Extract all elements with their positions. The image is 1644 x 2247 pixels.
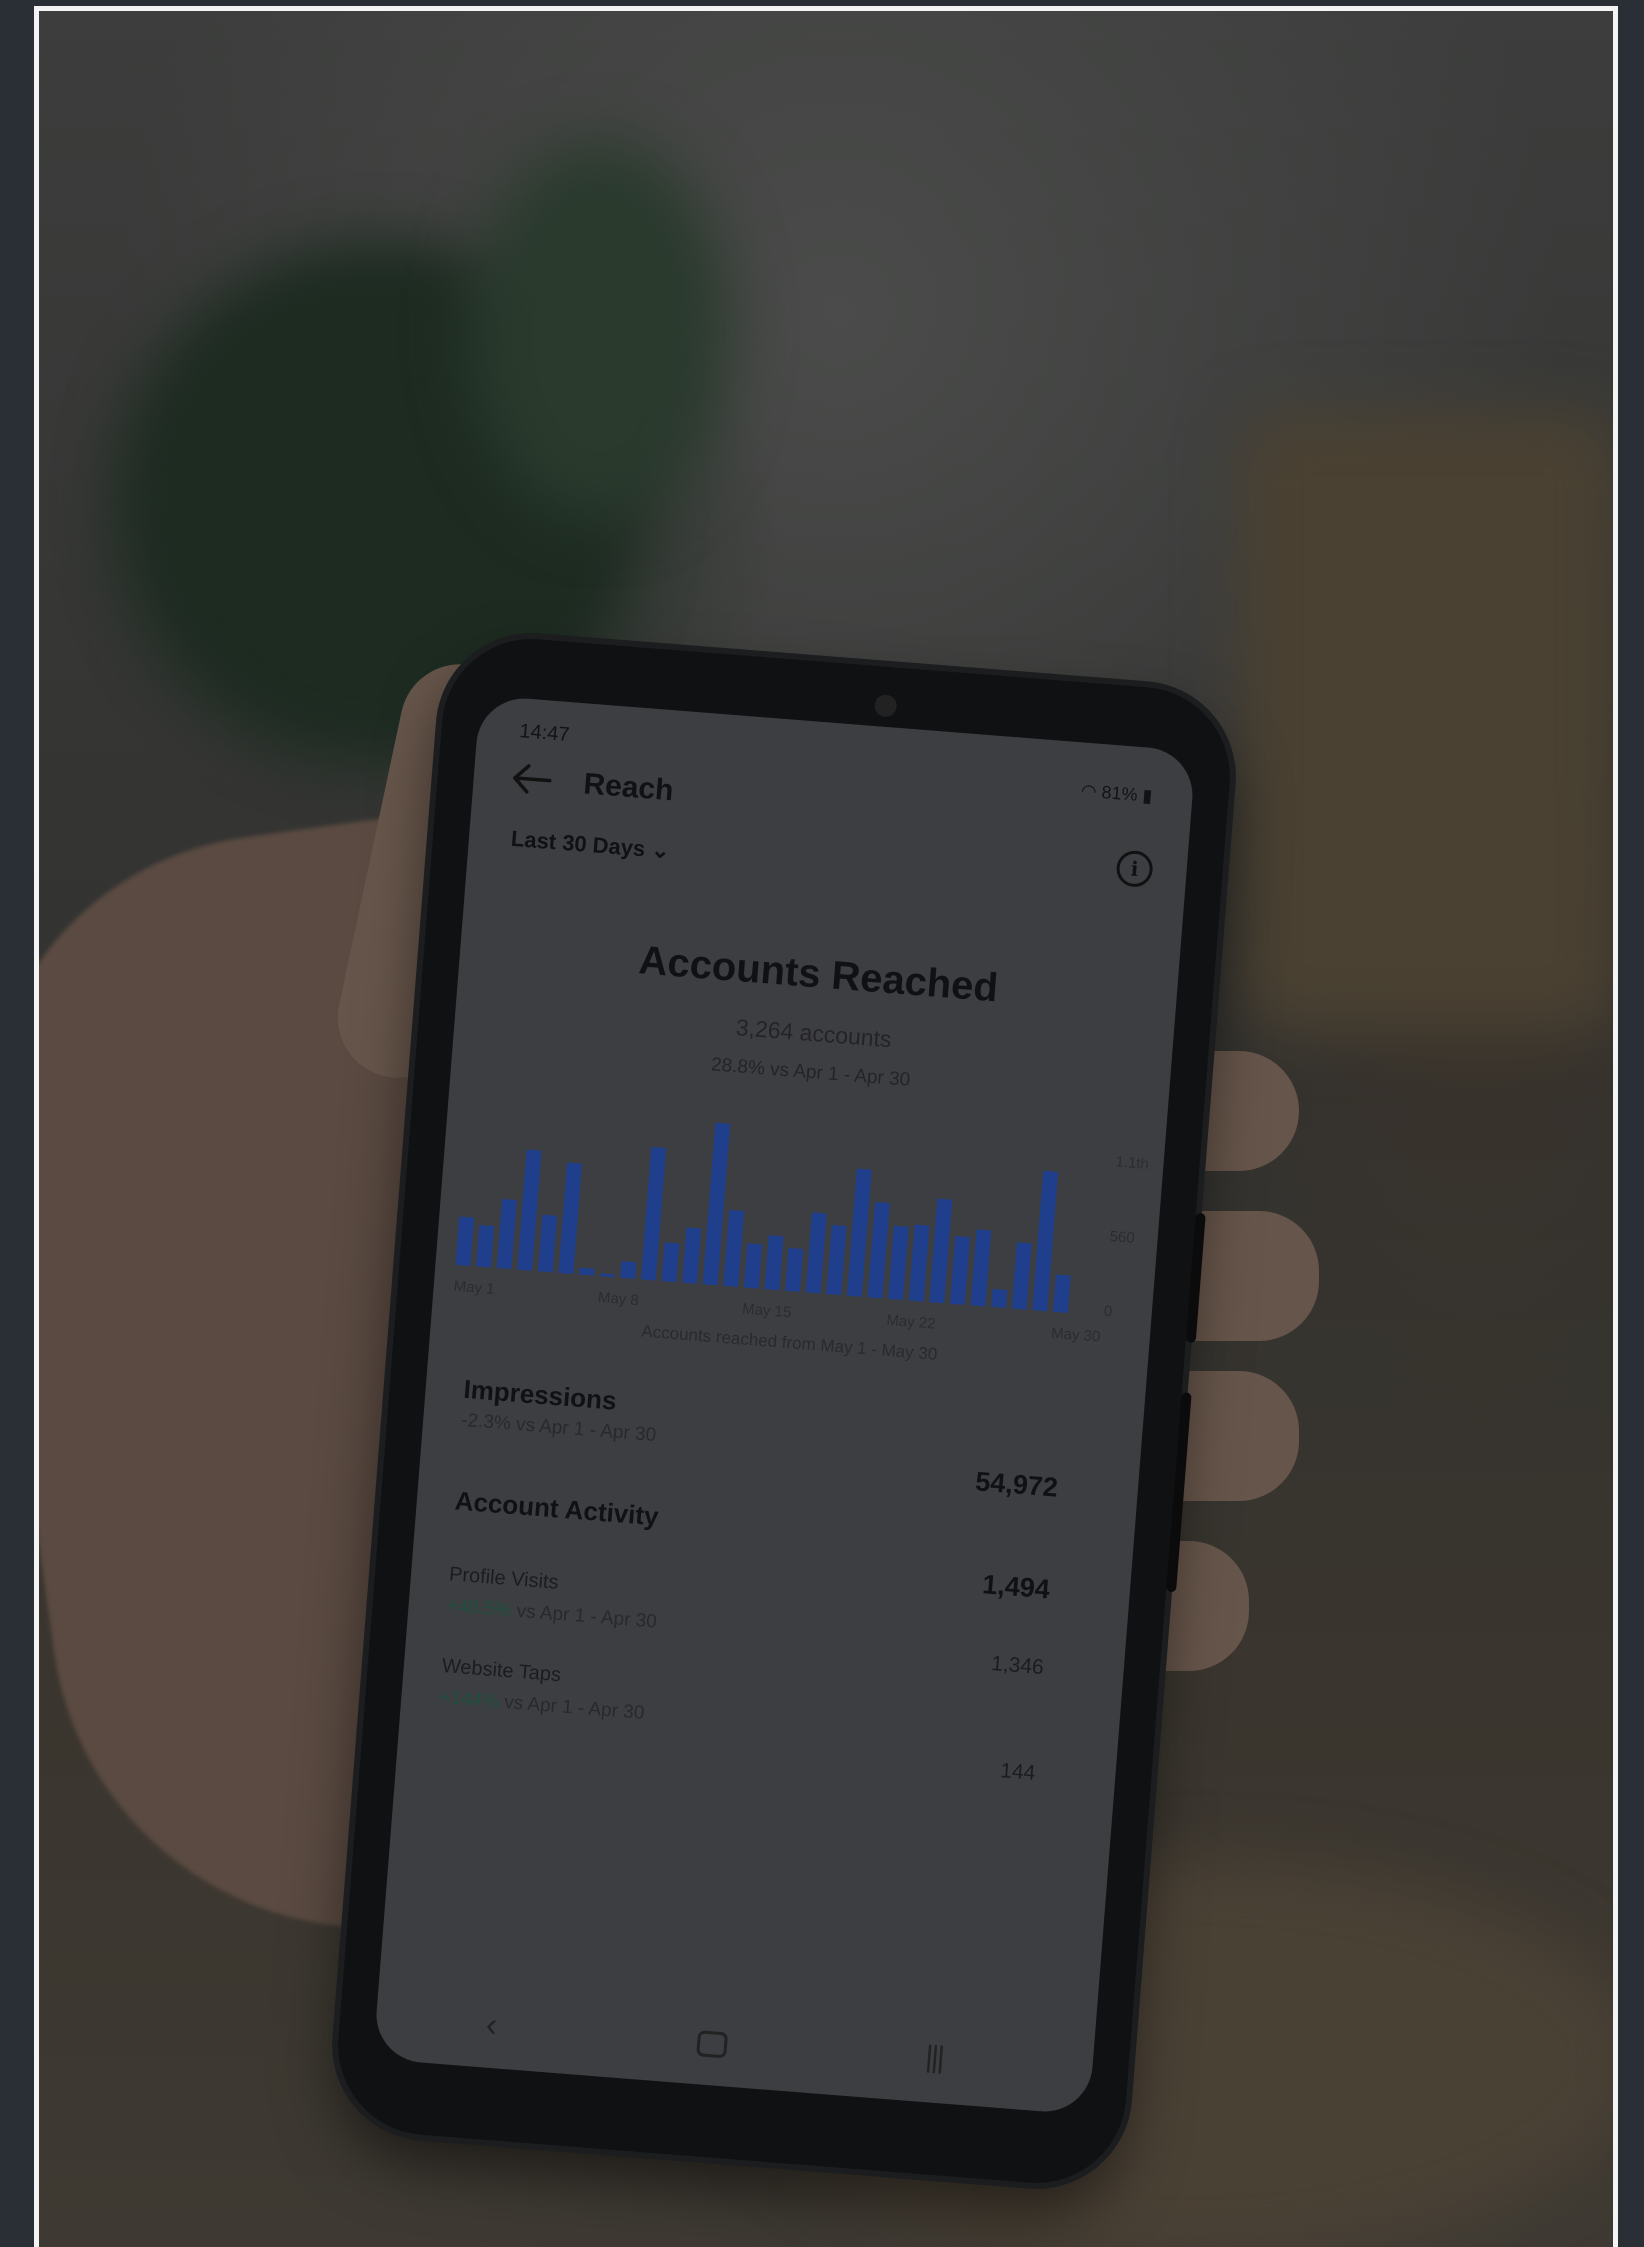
- date-range-dropdown[interactable]: Last 30 Days ⌄: [510, 826, 671, 864]
- chart-bar: [929, 1198, 953, 1304]
- chart-bar: [970, 1229, 992, 1307]
- wifi-icon: ◠: [1080, 780, 1098, 802]
- chart-bar: [496, 1198, 517, 1270]
- chart-bar: [785, 1247, 804, 1292]
- nav-recents-icon[interactable]: |||: [924, 2040, 944, 2075]
- chevron-down-icon: ⌄: [650, 836, 671, 864]
- chart-bar: [1032, 1170, 1059, 1312]
- profile-visits-delta-value: +48.5%: [445, 1595, 513, 1622]
- profile-visits-value: 1,346: [990, 1652, 1045, 1680]
- plant-leaf-shape: [469, 141, 729, 521]
- y-tick-label: 1.1th: [1115, 1153, 1150, 1173]
- battery-icon: ▮: [1141, 785, 1154, 806]
- account-activity-title: Account Activity: [453, 1485, 660, 1532]
- chart-bar: [991, 1288, 1008, 1309]
- android-nav-bar: ‹ |||: [375, 1997, 1094, 2093]
- account-activity-value: 1,494: [981, 1569, 1051, 1605]
- website-taps-delta: +144% vs Apr 1 - Apr 30: [438, 1686, 646, 1725]
- photo-frame: 14:47 ◠ 81% ▮ Reach i Last 30 Days ⌄ Acc…: [34, 6, 1618, 2247]
- profile-visits-label: Profile Visits: [448, 1563, 560, 1594]
- chart-bar: [579, 1267, 595, 1276]
- status-time: 14:47: [518, 720, 571, 747]
- chart-bar: [661, 1242, 680, 1283]
- chart-bar: [764, 1235, 784, 1291]
- chart-bar: [599, 1273, 615, 1278]
- x-tick-label: May 15: [742, 1300, 792, 1321]
- date-range-label: Last 30 Days: [510, 825, 647, 862]
- chart-bar: [949, 1236, 971, 1305]
- impressions-title: Impressions: [462, 1373, 618, 1416]
- back-arrow-icon[interactable]: [508, 760, 555, 799]
- x-tick-label: May 30: [1051, 1325, 1101, 1346]
- phone-screen: 14:47 ◠ 81% ▮ Reach i Last 30 Days ⌄ Acc…: [372, 694, 1197, 2116]
- chart-bar: [476, 1224, 495, 1268]
- x-tick-label: May 22: [886, 1312, 936, 1333]
- chart-bar: [908, 1224, 930, 1302]
- impressions-delta: -2.3% vs Apr 1 - Apr 30: [460, 1409, 657, 1447]
- chart-bar: [888, 1225, 909, 1300]
- chart-bar: [846, 1168, 872, 1297]
- chart-bar: [537, 1214, 558, 1273]
- x-tick-label: May 8: [597, 1289, 639, 1309]
- impressions-value: 54,972: [974, 1466, 1060, 1503]
- website-taps-label: Website Taps: [441, 1654, 562, 1687]
- chart-bar: [620, 1261, 637, 1279]
- website-taps-delta-rest: vs Apr 1 - Apr 30: [498, 1691, 646, 1724]
- chart-bar: [867, 1201, 890, 1299]
- x-tick-label: May 1: [453, 1278, 495, 1298]
- chart-bar: [743, 1243, 763, 1289]
- chart-bar: [517, 1149, 542, 1271]
- status-battery: ◠ 81% ▮: [1080, 780, 1153, 807]
- front-camera: [873, 693, 898, 718]
- smartphone: 14:47 ◠ 81% ▮ Reach i Last 30 Days ⌄ Acc…: [331, 632, 1237, 2190]
- website-taps-value: 144: [999, 1759, 1037, 1785]
- chart-bar: [682, 1227, 702, 1284]
- info-icon[interactable]: i: [1115, 849, 1154, 889]
- chart-bar: [826, 1224, 847, 1296]
- chart-bar: [723, 1209, 745, 1288]
- chart-bar: [558, 1162, 582, 1275]
- nav-home-icon[interactable]: [696, 2030, 729, 2059]
- chart-bar: [640, 1146, 667, 1281]
- battery-percent: 81%: [1100, 782, 1139, 805]
- page-title: Reach: [582, 767, 675, 808]
- nav-back-icon[interactable]: ‹: [484, 2006, 498, 2046]
- profile-visits-delta: +48.5% vs Apr 1 - Apr 30: [446, 1595, 658, 1633]
- chart-bar: [455, 1216, 475, 1266]
- chart-bar: [1052, 1274, 1071, 1313]
- y-tick-label: 0: [1103, 1303, 1113, 1321]
- website-taps-delta-value: +144%: [438, 1686, 500, 1713]
- chart-bar: [1011, 1242, 1032, 1310]
- shelf-shape: [1239, 411, 1613, 1031]
- y-tick-label: 560: [1109, 1228, 1135, 1247]
- chart-bar: [805, 1212, 827, 1294]
- profile-visits-delta-rest: vs Apr 1 - Apr 30: [510, 1600, 658, 1633]
